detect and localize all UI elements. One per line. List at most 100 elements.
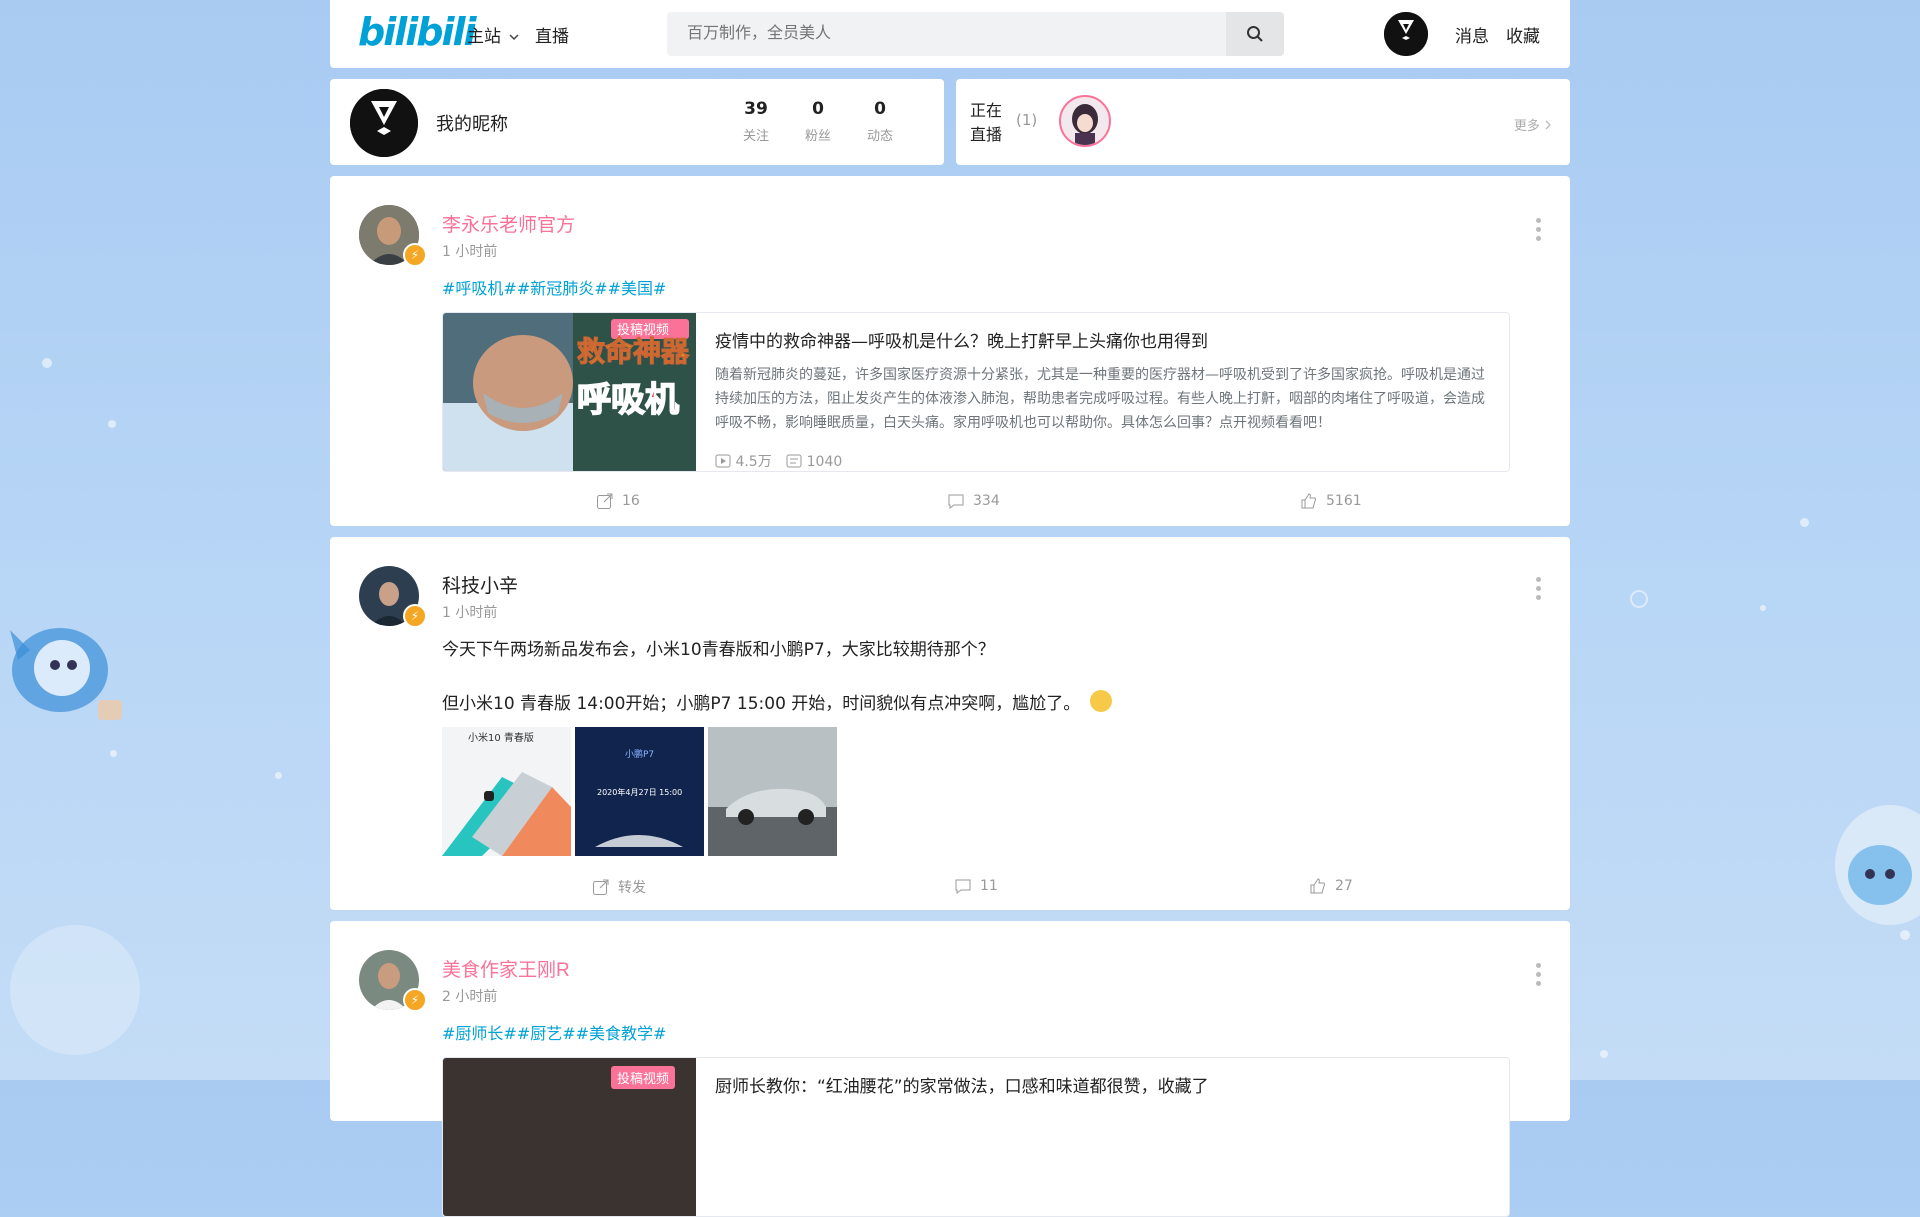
car-poster-title: 小鹏P7: [625, 748, 654, 760]
tuxedo-avatar-icon: [350, 89, 418, 157]
post-text-line1: 今天下午两场新品发布会，小米10青春版和小鹏P7，大家比较期待那个？: [442, 640, 995, 660]
video-card[interactable]: 投稿视频 厨师长教你：“红油腰花”的家常做法，口感和味道都很赞，收藏了: [442, 1057, 1510, 1217]
post-author-name[interactable]: 美食作家王刚R: [442, 955, 570, 982]
messages-link[interactable]: 消息: [1455, 22, 1489, 47]
tuxedo-avatar-icon: [1384, 12, 1428, 56]
feed-post: ⚡ 科技小辛 1 小时前 今天下午两场新品发布会，小米10青春版和小鹏P7，大家…: [330, 537, 1570, 910]
profile-avatar[interactable]: [350, 89, 418, 157]
like-count: 5161: [1326, 493, 1362, 509]
comment-count: 334: [973, 493, 1000, 509]
feed-post: ⚡ 李永乐老师官方 1 小时前 #呼吸机##新冠肺炎##美国# 投稿视频 救命神…: [330, 176, 1570, 526]
user-avatar[interactable]: [1384, 12, 1428, 56]
comment-count: 11: [980, 878, 998, 894]
more-options-icon[interactable]: [1536, 963, 1542, 990]
post-text-line2: 但小米10 青春版 14:00开始；小鹏P7 15:00 开始，时间貌似有点冲突…: [442, 689, 1112, 714]
embarrassed-emoji-icon: [1089, 690, 1112, 712]
chevron-right-icon: [1545, 120, 1551, 130]
more-options-icon[interactable]: [1536, 218, 1542, 245]
anime-girl-avatar-icon: [1072, 104, 1098, 145]
video-title[interactable]: 厨师长教你：“红油腰花”的家常做法，口感和味道都很赞，收藏了: [715, 1072, 1209, 1097]
stat-dynamics-count: 0: [874, 99, 886, 119]
video-description: 随着新冠肺炎的蔓延，许多国家医疗资源十分紧张，尤其是一种重要的医疗器材—呼吸机受…: [715, 367, 1485, 431]
lightning-badge-icon: ⚡: [403, 988, 427, 1012]
stat-dynamics-label: 动态: [866, 129, 893, 144]
thumbs-up-icon: [1301, 493, 1316, 509]
profile-card: 我的昵称 39 关注 0 粉丝 0 动态: [330, 79, 944, 165]
live-streamer-avatar[interactable]: [1059, 95, 1111, 147]
search-input[interactable]: [667, 12, 1227, 56]
video-badge: 投稿视频: [611, 1066, 676, 1089]
live-label: 正在 直播: [970, 99, 1002, 147]
car-photo-image: [708, 727, 837, 856]
phone-promo-text: 小米10 青春版: [468, 731, 534, 744]
favorites-link[interactable]: 收藏: [1506, 22, 1540, 47]
stat-fans-count: 0: [812, 99, 824, 119]
nav-main-site[interactable]: 主站: [467, 22, 520, 47]
stat-dynamics[interactable]: 0 动态: [850, 99, 910, 144]
post-author-name[interactable]: 科技小辛: [442, 571, 518, 598]
stat-following-count: 39: [744, 99, 768, 119]
share-label: 转发: [618, 880, 646, 896]
post-image-2[interactable]: 小鹏P7 2020年4月27日 15:00: [575, 727, 704, 856]
live-label-line2: 直播: [970, 125, 1003, 144]
live-more-link[interactable]: 更多: [1514, 115, 1552, 134]
thumb-text-main: 呼吸机: [577, 380, 679, 420]
post-image-1[interactable]: 小米10 青春版: [442, 727, 571, 856]
profile-nickname: 我的昵称: [436, 114, 508, 135]
car-poster-date: 2020年4月27日 15:00: [597, 787, 682, 797]
comment-button[interactable]: 11: [954, 877, 998, 895]
more-options-icon[interactable]: [1536, 577, 1542, 604]
video-thumbnail[interactable]: 投稿视频 救命神器 呼吸机: [443, 313, 696, 471]
share-button[interactable]: 16: [596, 492, 640, 510]
live-more-label: 更多: [1513, 119, 1540, 134]
mascot-right-illustration: [1835, 805, 1920, 925]
video-thumbnail[interactable]: 投稿视频: [443, 1058, 696, 1216]
nav-main-site-label: 主站: [467, 27, 501, 47]
chevron-down-icon: [509, 34, 519, 41]
live-now-card: 正在 直播 (1) 更多: [956, 79, 1570, 165]
post-time: 2 小时前: [442, 989, 498, 1005]
post-time: 1 小时前: [442, 244, 498, 260]
thumb-text-top: 救命神器: [577, 335, 690, 368]
stat-following[interactable]: 39 关注: [726, 99, 786, 144]
thumbs-up-icon: [1310, 878, 1325, 894]
video-thumbnail-image: 投稿视频 救命神器 呼吸机: [443, 313, 696, 471]
top-navbar: bilibili 主站 直播 消息 收藏: [330, 0, 1570, 68]
post-tags[interactable]: #厨师长##厨艺##美食教学#: [442, 1020, 666, 1044]
live-label-line1: 正在: [970, 101, 1003, 120]
bilibili-logo[interactable]: bilibili: [358, 10, 477, 54]
post-author-name[interactable]: 李永乐老师官方: [442, 210, 575, 237]
post-time: 1 小时前: [442, 605, 498, 621]
post-text-line2-content: 但小米10 青春版 14:00开始；小鹏P7 15:00 开始，时间貌似有点冲突…: [442, 694, 1081, 714]
danmaku-icon: [786, 454, 802, 468]
play-count-icon: [715, 454, 731, 468]
like-button[interactable]: 27: [1309, 877, 1353, 895]
search-icon: [1247, 26, 1263, 42]
video-title[interactable]: 疫情中的救命神器—呼吸机是什么？晚上打鼾早上头痛你也用得到: [715, 327, 1208, 352]
share-icon: [593, 879, 609, 895]
nav-live[interactable]: 直播: [535, 22, 569, 47]
lightning-badge-icon: ⚡: [403, 604, 427, 628]
post-tags[interactable]: #呼吸机##新冠肺炎##美国#: [442, 275, 666, 299]
share-button[interactable]: 转发: [592, 877, 646, 897]
video-stats: 4.5万 1040: [715, 451, 842, 471]
video-danmaku-count: 1040: [806, 454, 843, 470]
share-icon: [597, 493, 613, 509]
post-image-3[interactable]: [708, 727, 837, 856]
post-actions: 16 334 5161: [330, 492, 1570, 522]
stat-fans-label: 粉丝: [804, 129, 831, 144]
video-card[interactable]: 投稿视频 救命神器 呼吸机 疫情中的救命神器—呼吸机是什么？晚上打鼾早上头痛你也…: [442, 312, 1510, 472]
search-button[interactable]: [1226, 12, 1284, 56]
search-bar: [667, 12, 1284, 56]
comment-icon: [955, 879, 971, 894]
stat-fans[interactable]: 0 粉丝: [788, 99, 848, 144]
live-count: (1): [1016, 111, 1038, 129]
comment-button[interactable]: 334: [947, 492, 1000, 510]
like-count: 27: [1335, 878, 1353, 894]
mascot-left-illustration: [10, 628, 122, 720]
post-image-gallery: 小米10 青春版 小鹏P7 2020年4月27日 15:00: [442, 727, 837, 856]
feed-post: ⚡ 美食作家王刚R 2 小时前 #厨师长##厨艺##美食教学# 投稿视频 厨师长…: [330, 921, 1570, 1217]
stat-following-label: 关注: [742, 129, 769, 144]
like-button[interactable]: 5161: [1300, 492, 1362, 510]
car-launch-poster-image: 小鹏P7 2020年4月27日 15:00: [575, 727, 704, 856]
